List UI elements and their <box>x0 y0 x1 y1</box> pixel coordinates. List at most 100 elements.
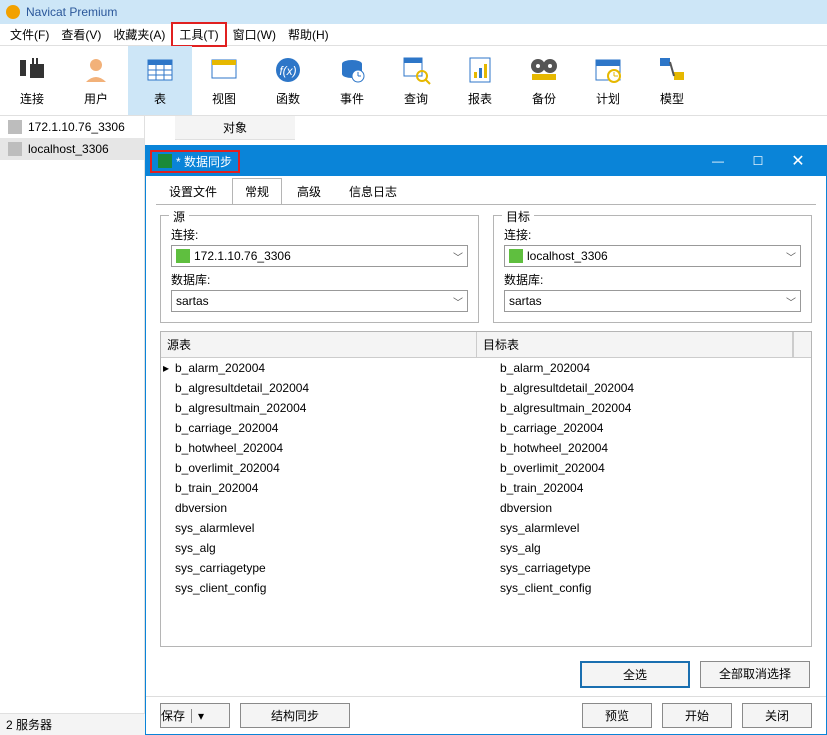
table-row[interactable]: dbversiondbversion <box>161 498 811 518</box>
tool-backup[interactable]: 备份 <box>512 46 576 115</box>
svg-text:f(x): f(x) <box>279 64 296 78</box>
main-toolbar: 连接 用户 表 视图 f(x)函数 事件 查询 报表 备份 计划 模型 <box>0 46 827 116</box>
close-button[interactable]: ✕ <box>778 146 818 176</box>
menu-tools[interactable]: 工具(T) <box>171 22 226 47</box>
tool-table[interactable]: 表 <box>128 46 192 115</box>
target-table-cell: b_algresultdetail_202004 <box>486 378 811 398</box>
menu-help[interactable]: 帮助(H) <box>282 24 335 45</box>
target-table-cell: sys_carriagetype <box>486 558 811 578</box>
col-target-table: 目标表 <box>477 332 793 357</box>
connection-item[interactable]: 172.1.10.76_3306 <box>0 116 144 138</box>
deselect-all-button[interactable]: 全部取消选择 <box>700 661 810 688</box>
scroll-gutter <box>793 332 811 357</box>
app-title: Navicat Premium <box>26 5 117 19</box>
table-row[interactable]: sys_client_configsys_client_config <box>161 578 811 598</box>
tool-user[interactable]: 用户 <box>64 46 128 115</box>
status-text: 2 服务器 <box>6 716 52 733</box>
tab-advanced[interactable]: 高级 <box>284 178 334 204</box>
source-table-cell: b_algresultmain_202004 <box>161 398 486 418</box>
save-button[interactable]: 保存▾ <box>160 703 230 728</box>
tool-model[interactable]: 模型 <box>640 46 704 115</box>
menu-file[interactable]: 文件(F) <box>4 24 55 45</box>
tool-query[interactable]: 查询 <box>384 46 448 115</box>
table-row[interactable]: sys_alarmlevelsys_alarmlevel <box>161 518 811 538</box>
target-conn-label: 连接: <box>504 226 801 243</box>
tool-connect[interactable]: 连接 <box>0 46 64 115</box>
tool-report[interactable]: 报表 <box>448 46 512 115</box>
tool-plan[interactable]: 计划 <box>576 46 640 115</box>
target-db-dropdown[interactable]: sartas﹀ <box>504 290 801 312</box>
tool-function[interactable]: f(x)函数 <box>256 46 320 115</box>
source-table-cell: sys_client_config <box>161 578 486 598</box>
col-source-table: 源表 <box>161 332 477 357</box>
table-body[interactable]: b_alarm_202004b_alarm_202004b_algresultd… <box>161 358 811 646</box>
close-dialog-button[interactable]: 关闭 <box>742 703 812 728</box>
target-conn-dropdown[interactable]: localhost_3306﹀ <box>504 245 801 267</box>
table-row[interactable]: b_carriage_202004b_carriage_202004 <box>161 418 811 438</box>
target-table-cell: b_algresultmain_202004 <box>486 398 811 418</box>
source-group: 源 连接: 172.1.10.76_3306﹀ 数据库: sartas﹀ <box>160 215 479 323</box>
struct-sync-button[interactable]: 结构同步 <box>240 703 350 728</box>
preview-button[interactable]: 预览 <box>582 703 652 728</box>
connection-sidebar: 172.1.10.76_3306 localhost_3306 <box>0 116 145 713</box>
table-row[interactable]: b_algresultdetail_202004b_algresultdetai… <box>161 378 811 398</box>
table-row[interactable]: b_alarm_202004b_alarm_202004 <box>161 358 811 378</box>
tab-general[interactable]: 常规 <box>232 178 282 204</box>
table-row[interactable]: b_hotwheel_202004b_hotwheel_202004 <box>161 438 811 458</box>
target-table-cell: sys_client_config <box>486 578 811 598</box>
tab-log[interactable]: 信息日志 <box>336 178 410 204</box>
chevron-down-icon: ▾ <box>191 709 210 723</box>
table-row[interactable]: b_train_202004b_train_202004 <box>161 478 811 498</box>
source-table-cell: b_carriage_202004 <box>161 418 486 438</box>
table-row[interactable]: b_overlimit_202004b_overlimit_202004 <box>161 458 811 478</box>
maximize-button[interactable]: ☐ <box>738 146 778 176</box>
table-row[interactable]: sys_carriagetypesys_carriagetype <box>161 558 811 578</box>
table-row[interactable]: b_algresultmain_202004b_algresultmain_20… <box>161 398 811 418</box>
dialog-title: * 数据同步 <box>176 153 232 170</box>
app-logo-icon <box>6 5 20 19</box>
start-button[interactable]: 开始 <box>662 703 732 728</box>
source-table-cell: b_train_202004 <box>161 478 486 498</box>
target-table-cell: sys_alg <box>486 538 811 558</box>
source-table-cell: b_hotwheel_202004 <box>161 438 486 458</box>
tab-config[interactable]: 设置文件 <box>156 178 230 204</box>
tool-event[interactable]: 事件 <box>320 46 384 115</box>
source-legend: 源 <box>169 208 189 225</box>
source-table-cell: dbversion <box>161 498 486 518</box>
dialog-tabs: 设置文件 常规 高级 信息日志 <box>146 176 826 204</box>
chevron-down-icon: ﹀ <box>786 294 796 309</box>
tool-view[interactable]: 视图 <box>192 46 256 115</box>
source-table-cell: sys_alarmlevel <box>161 518 486 538</box>
menu-view[interactable]: 查看(V) <box>55 24 107 45</box>
table-row[interactable]: sys_algsys_alg <box>161 538 811 558</box>
source-conn-label: 连接: <box>171 226 468 243</box>
menu-window[interactable]: 窗口(W) <box>227 24 282 45</box>
object-tab[interactable]: 对象 <box>175 116 295 140</box>
db-icon <box>8 120 22 134</box>
chevron-down-icon: ﹀ <box>453 294 463 309</box>
source-table-cell: sys_carriagetype <box>161 558 486 578</box>
source-table-cell: b_overlimit_202004 <box>161 458 486 478</box>
menu-favorites[interactable]: 收藏夹(A) <box>107 24 171 45</box>
source-db-label: 数据库: <box>171 271 468 288</box>
connection-item[interactable]: localhost_3306 <box>0 138 144 160</box>
data-sync-dialog: * 数据同步 — ☐ ✕ 设置文件 常规 高级 信息日志 源 连接: 172.1… <box>145 145 827 735</box>
chevron-down-icon: ﹀ <box>786 249 796 264</box>
app-title-bar: Navicat Premium <box>0 0 827 24</box>
minimize-button[interactable]: — <box>698 146 738 176</box>
db-icon <box>176 249 190 263</box>
source-conn-dropdown[interactable]: 172.1.10.76_3306﹀ <box>171 245 468 267</box>
target-table-cell: b_alarm_202004 <box>486 358 811 378</box>
target-table-cell: b_carriage_202004 <box>486 418 811 438</box>
chevron-down-icon: ﹀ <box>453 249 463 264</box>
select-all-button[interactable]: 全选 <box>580 661 690 688</box>
source-table-cell: b_alarm_202004 <box>161 358 486 378</box>
target-table-cell: b_hotwheel_202004 <box>486 438 811 458</box>
target-legend: 目标 <box>502 208 534 225</box>
target-table-cell: dbversion <box>486 498 811 518</box>
table-mapping: 源表 目标表 b_alarm_202004b_alarm_202004b_alg… <box>160 331 812 647</box>
target-table-cell: sys_alarmlevel <box>486 518 811 538</box>
menu-bar: 文件(F) 查看(V) 收藏夹(A) 工具(T) 窗口(W) 帮助(H) <box>0 24 827 46</box>
db-icon <box>8 142 22 156</box>
source-db-dropdown[interactable]: sartas﹀ <box>171 290 468 312</box>
